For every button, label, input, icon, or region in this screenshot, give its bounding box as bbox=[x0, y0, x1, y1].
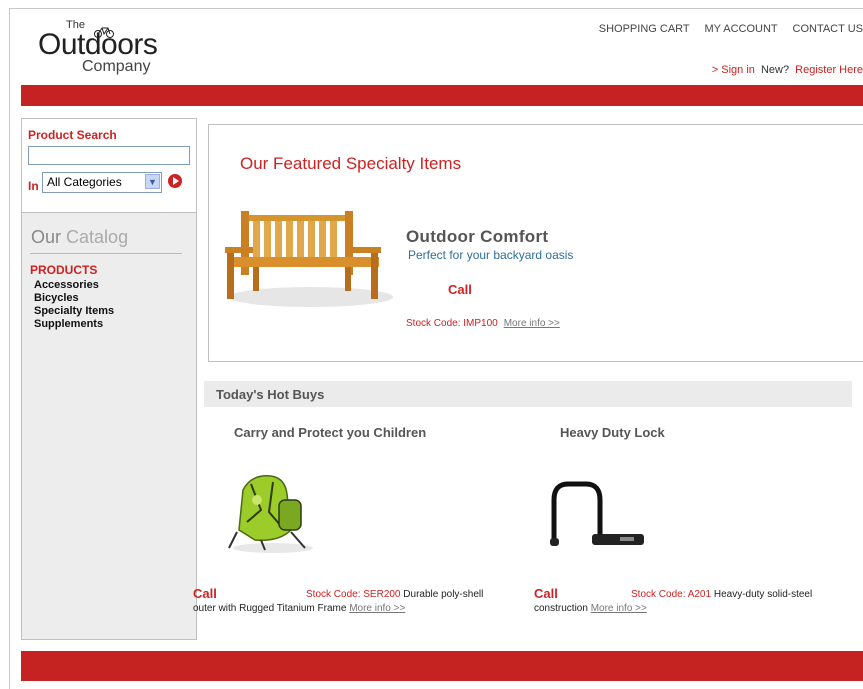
logo-company: Company bbox=[82, 58, 150, 76]
featured-more-info-link[interactable]: More info >> bbox=[504, 318, 560, 329]
category-link-bicycles[interactable]: Bicycles bbox=[34, 292, 114, 305]
hot-item-2-desc-b: construction bbox=[534, 603, 588, 614]
category-link-supplements[interactable]: Supplements bbox=[34, 318, 114, 331]
category-link-accessories[interactable]: Accessories bbox=[34, 279, 114, 292]
featured-price: Call bbox=[448, 282, 472, 297]
bike-lock-image[interactable] bbox=[544, 480, 649, 550]
featured-product-subtitle: Perfect for your backyard oasis bbox=[408, 248, 573, 262]
hot-item-2-more-info-link[interactable]: More info >> bbox=[591, 603, 647, 614]
catalog-title-our: Our bbox=[31, 227, 61, 247]
hot-item-2-stock-code: Stock Code: A201 bbox=[631, 589, 711, 600]
hot-item-2-desc-a: Heavy-duty solid-steel bbox=[714, 589, 812, 600]
account-links: > Sign in New? Register Here bbox=[712, 64, 863, 76]
sidebar: Product Search In All Categories ▼ Our C… bbox=[21, 118, 197, 640]
featured-stock-line: Stock Code: IMP100 More info >> bbox=[406, 318, 560, 329]
featured-stock-code: Stock Code: IMP100 bbox=[406, 318, 498, 329]
hot-item-1-stock-code: Stock Code: SER200 bbox=[306, 589, 401, 600]
hot-buys-title: Today's Hot Buys bbox=[216, 387, 324, 402]
product-search-title: Product Search bbox=[28, 128, 117, 142]
catalog-title: Our Catalog bbox=[31, 227, 128, 248]
child-carrier-image[interactable] bbox=[221, 470, 316, 555]
catalog-divider bbox=[30, 253, 182, 254]
featured-panel: Our Featured Specialty Items Outdoor Com… bbox=[208, 124, 863, 362]
featured-product-name[interactable]: Outdoor Comfort bbox=[406, 227, 548, 247]
product-search-panel: Product Search In All Categories ▼ bbox=[22, 119, 196, 213]
hot-item-2-description: Stock Code: A201 Heavy-duty solid-steel … bbox=[534, 588, 862, 616]
hot-item-1-title[interactable]: Carry and Protect you Children bbox=[234, 425, 426, 440]
hot-item-2-title[interactable]: Heavy Duty Lock bbox=[560, 425, 665, 440]
search-input[interactable] bbox=[28, 146, 190, 165]
category-link-specialty-items[interactable]: Specialty Items bbox=[34, 305, 114, 318]
nav-my-account[interactable]: MY ACCOUNT bbox=[704, 23, 777, 35]
site-logo[interactable]: The Outdoors Company bbox=[38, 18, 168, 78]
top-navigation: SHOPPING CART MY ACCOUNT CONTACT US bbox=[587, 23, 863, 35]
logo-brand: Outdoors bbox=[38, 30, 157, 60]
category-list: Accessories Bicycles Specialty Items Sup… bbox=[34, 279, 114, 331]
hot-item-1-desc-a: Durable poly-shell bbox=[403, 589, 483, 600]
nav-contact-us[interactable]: CONTACT US bbox=[793, 23, 863, 35]
in-label: In bbox=[28, 179, 39, 193]
category-select[interactable]: All Categories ▼ bbox=[42, 172, 162, 193]
hot-item-1-more-info-link[interactable]: More info >> bbox=[349, 603, 405, 614]
bench-image[interactable] bbox=[213, 205, 393, 315]
register-link[interactable]: Register Here bbox=[795, 64, 863, 76]
search-go-button[interactable] bbox=[168, 174, 182, 188]
hot-item-1-description: Stock Code: SER200 Durable poly-shell ou… bbox=[193, 588, 528, 616]
hot-buys-header: Today's Hot Buys bbox=[204, 381, 852, 407]
category-select-value: All Categories bbox=[47, 175, 122, 189]
nav-shopping-cart[interactable]: SHOPPING CART bbox=[599, 23, 690, 35]
chevron-down-icon[interactable]: ▼ bbox=[145, 174, 160, 189]
hot-item-1-desc-b: outer with Rugged Titanium Frame bbox=[193, 603, 346, 614]
catalog-title-catalog: Catalog bbox=[66, 227, 128, 247]
products-heading: PRODUCTS bbox=[30, 263, 97, 277]
featured-title: Our Featured Specialty Items bbox=[240, 154, 461, 174]
header-red-bar bbox=[21, 85, 863, 106]
new-label: New? bbox=[761, 64, 789, 76]
sign-in-link[interactable]: > Sign in bbox=[712, 64, 755, 76]
